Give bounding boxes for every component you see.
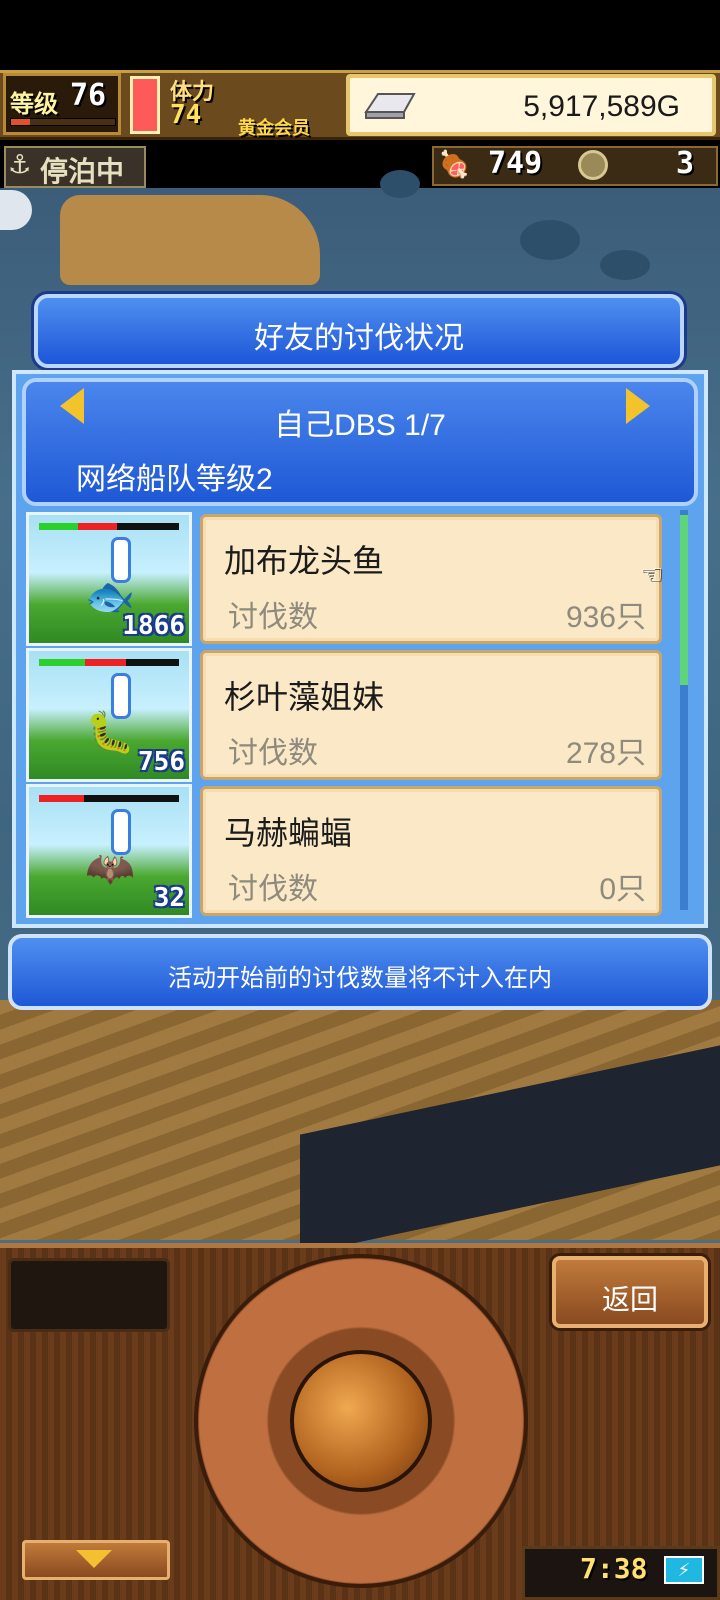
kill-label: 讨伐数 bbox=[228, 737, 318, 770]
stamina-value: 74 bbox=[170, 100, 202, 130]
monster-count: 1866 bbox=[122, 611, 185, 641]
stamina-gauge bbox=[130, 76, 160, 134]
clock-text: 7:38 bbox=[580, 1552, 648, 1585]
meat-icon: 🍖 bbox=[438, 150, 471, 180]
notice-text: 活动开始前的讨伐数量将不计入在内 bbox=[168, 965, 552, 992]
battery-charging-icon: ⚡ bbox=[664, 1556, 704, 1584]
monster-thumbnail: 🐛 756 bbox=[26, 648, 192, 782]
silver-ingot-icon bbox=[364, 93, 416, 119]
coin-value: 3 bbox=[676, 146, 695, 181]
monster-hp-bar bbox=[39, 659, 179, 666]
monster-thumbnail: 🐟 1866 bbox=[26, 512, 192, 646]
sea-rock bbox=[380, 170, 420, 198]
hp-red-fill bbox=[39, 795, 84, 802]
level-progress-bar bbox=[10, 118, 116, 126]
monster-icon: 🦇 bbox=[85, 846, 135, 892]
monster-name: 加布龙头鱼 bbox=[224, 543, 385, 579]
dock-status-text: 停泊中 bbox=[40, 155, 125, 188]
hp-green-fill bbox=[39, 523, 79, 530]
empty-slot bbox=[8, 1258, 170, 1332]
food-value: 749 bbox=[488, 146, 543, 181]
monster-name: 马赫蝙蝠 bbox=[224, 815, 353, 851]
hp-green-fill bbox=[39, 659, 86, 666]
monster-count: 756 bbox=[138, 747, 185, 777]
anchor-icon: ⚓ bbox=[8, 150, 32, 180]
system-status-bar bbox=[0, 0, 720, 70]
kill-count: 936只 bbox=[565, 601, 646, 634]
list-item[interactable]: 🐛 756 杉叶藻姐妹 讨伐数 278只 bbox=[22, 646, 686, 782]
fleet-level: 网络船队等级2 bbox=[76, 463, 273, 496]
down-arrow-icon bbox=[76, 1550, 112, 1568]
kill-count: 278只 bbox=[565, 737, 646, 770]
sea-rock bbox=[600, 250, 650, 280]
list-item[interactable]: 🐟 1866 加布龙头鱼 讨伐数 936只 bbox=[22, 510, 686, 646]
pointing-hand-icon: ☜ bbox=[640, 560, 664, 590]
hp-red-fill bbox=[85, 659, 126, 666]
level-value: 76 bbox=[70, 78, 107, 113]
page-indicator: 自己DBS 1/7 bbox=[274, 409, 446, 442]
hp-red-fill bbox=[78, 523, 118, 530]
dpad-center-button[interactable] bbox=[290, 1350, 432, 1492]
kill-count: 0只 bbox=[599, 873, 646, 906]
member-status-label: 黄金会员 bbox=[238, 118, 310, 139]
gold-amount: 5,917,589G bbox=[523, 90, 680, 123]
kill-label: 讨伐数 bbox=[228, 873, 318, 906]
monster-icon: 🐛 bbox=[85, 710, 135, 756]
level-label: 等级 bbox=[10, 90, 58, 118]
monster-hp-bar bbox=[39, 795, 179, 802]
modal-title: 好友的讨伐状况 bbox=[254, 322, 464, 355]
island-terrain bbox=[60, 195, 320, 285]
back-button-label[interactable]: 返回 bbox=[552, 1278, 708, 1318]
monster-hp-bar bbox=[39, 523, 179, 530]
kill-label: 讨伐数 bbox=[228, 601, 318, 634]
monster-list[interactable]: 🐟 1866 加布龙头鱼 讨伐数 936只 🐛 756 杉叶藻姐妹 讨伐数 27… bbox=[22, 510, 686, 920]
level-progress-fill bbox=[11, 119, 30, 125]
list-item[interactable]: 🦇 32 马赫蝙蝠 讨伐数 0只 bbox=[22, 782, 686, 918]
monster-count: 32 bbox=[153, 883, 185, 913]
scrollbar-thumb[interactable] bbox=[680, 515, 688, 685]
monster-name: 杉叶藻姐妹 bbox=[224, 679, 385, 715]
monster-thumbnail: 🦇 32 bbox=[26, 784, 192, 918]
medal-coin-icon bbox=[578, 150, 608, 180]
sea-rock bbox=[520, 220, 580, 260]
